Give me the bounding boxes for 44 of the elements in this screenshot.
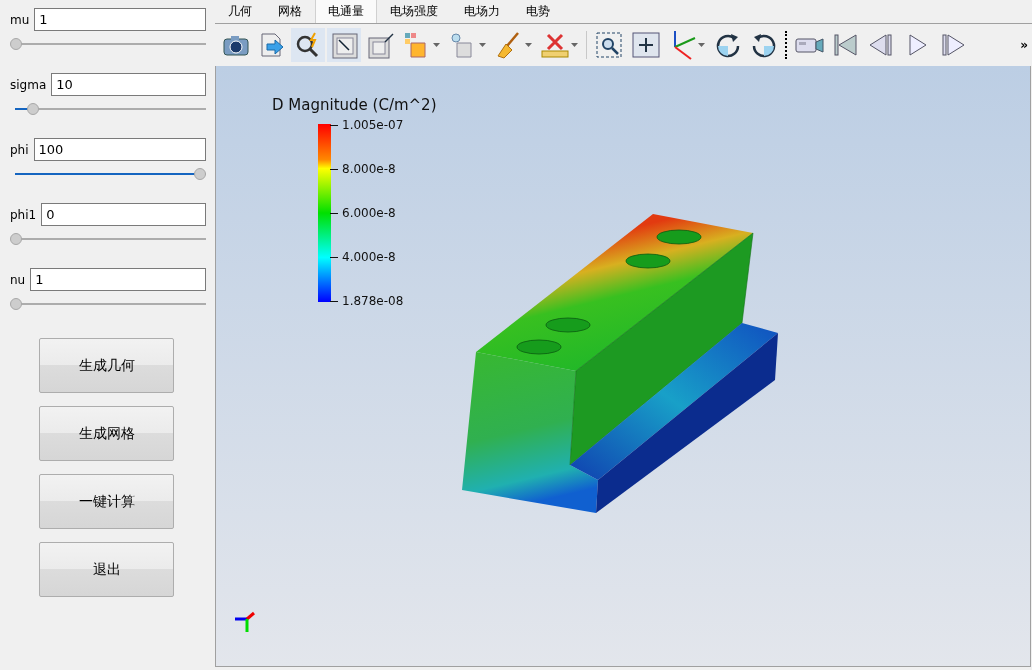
- parameter-input[interactable]: 1: [34, 8, 206, 31]
- scale-tick-label: 4.000e-8: [331, 250, 404, 264]
- slider[interactable]: [10, 298, 206, 310]
- slider-thumb[interactable]: [26, 103, 39, 115]
- caret-icon: [479, 43, 486, 47]
- tab[interactable]: 电场力: [451, 0, 513, 23]
- parameter-label: sigma: [10, 77, 47, 92]
- slider-thumb[interactable]: [194, 168, 206, 180]
- action-button[interactable]: 生成几何: [39, 338, 174, 393]
- action-button[interactable]: 一键计算: [39, 474, 174, 529]
- zoom-box-icon: [594, 30, 624, 60]
- parameter-input[interactable]: 1: [30, 268, 206, 291]
- slider[interactable]: [10, 233, 206, 245]
- tab[interactable]: 网格: [265, 0, 315, 23]
- parameter-input[interactable]: 100: [33, 138, 206, 161]
- action-button[interactable]: 退出: [39, 542, 174, 597]
- slider-thumb[interactable]: [10, 298, 22, 310]
- scale-tick-label: 1.878e-08: [331, 294, 404, 308]
- tab[interactable]: 电势: [513, 0, 563, 23]
- legend-title: D Magnitude (C/m^2): [272, 96, 437, 114]
- scale-tick-label: 1.005e-07: [331, 118, 404, 132]
- action-button[interactable]: 生成网格: [39, 406, 174, 461]
- scale-tick-label: 6.000e-8: [331, 206, 404, 220]
- scale-tick-label: 8.000e-8: [331, 162, 404, 176]
- tab[interactable]: 电场强度: [377, 0, 451, 23]
- slider[interactable]: [10, 38, 206, 50]
- parameter-label: phi: [10, 142, 29, 157]
- slider-thumb[interactable]: [10, 233, 22, 245]
- parameter-label: nu: [10, 272, 26, 287]
- overflow-button[interactable]: »: [1020, 38, 1028, 52]
- tab[interactable]: 几何: [215, 0, 265, 23]
- toolbar-button[interactable]: [291, 28, 325, 62]
- tab[interactable]: 电通量: [315, 0, 377, 23]
- slider-thumb[interactable]: [10, 38, 22, 50]
- parameter-input[interactable]: 10: [51, 73, 206, 96]
- caret-icon: [698, 43, 705, 47]
- parameter-label: phi1: [10, 207, 37, 222]
- caret-icon: [433, 43, 440, 47]
- 3d-viewport[interactable]: D Magnitude (C/m^2) 1.005e-07 8.000e-8 6.000e-8 4.000e-8 1.878e-08: [215, 66, 1031, 667]
- caret-icon: [571, 43, 578, 47]
- caret-icon: [525, 43, 532, 47]
- parameter-input[interactable]: 0: [41, 203, 206, 226]
- box-arrow-icon: [365, 30, 395, 60]
- parameter-label: mu: [10, 12, 30, 27]
